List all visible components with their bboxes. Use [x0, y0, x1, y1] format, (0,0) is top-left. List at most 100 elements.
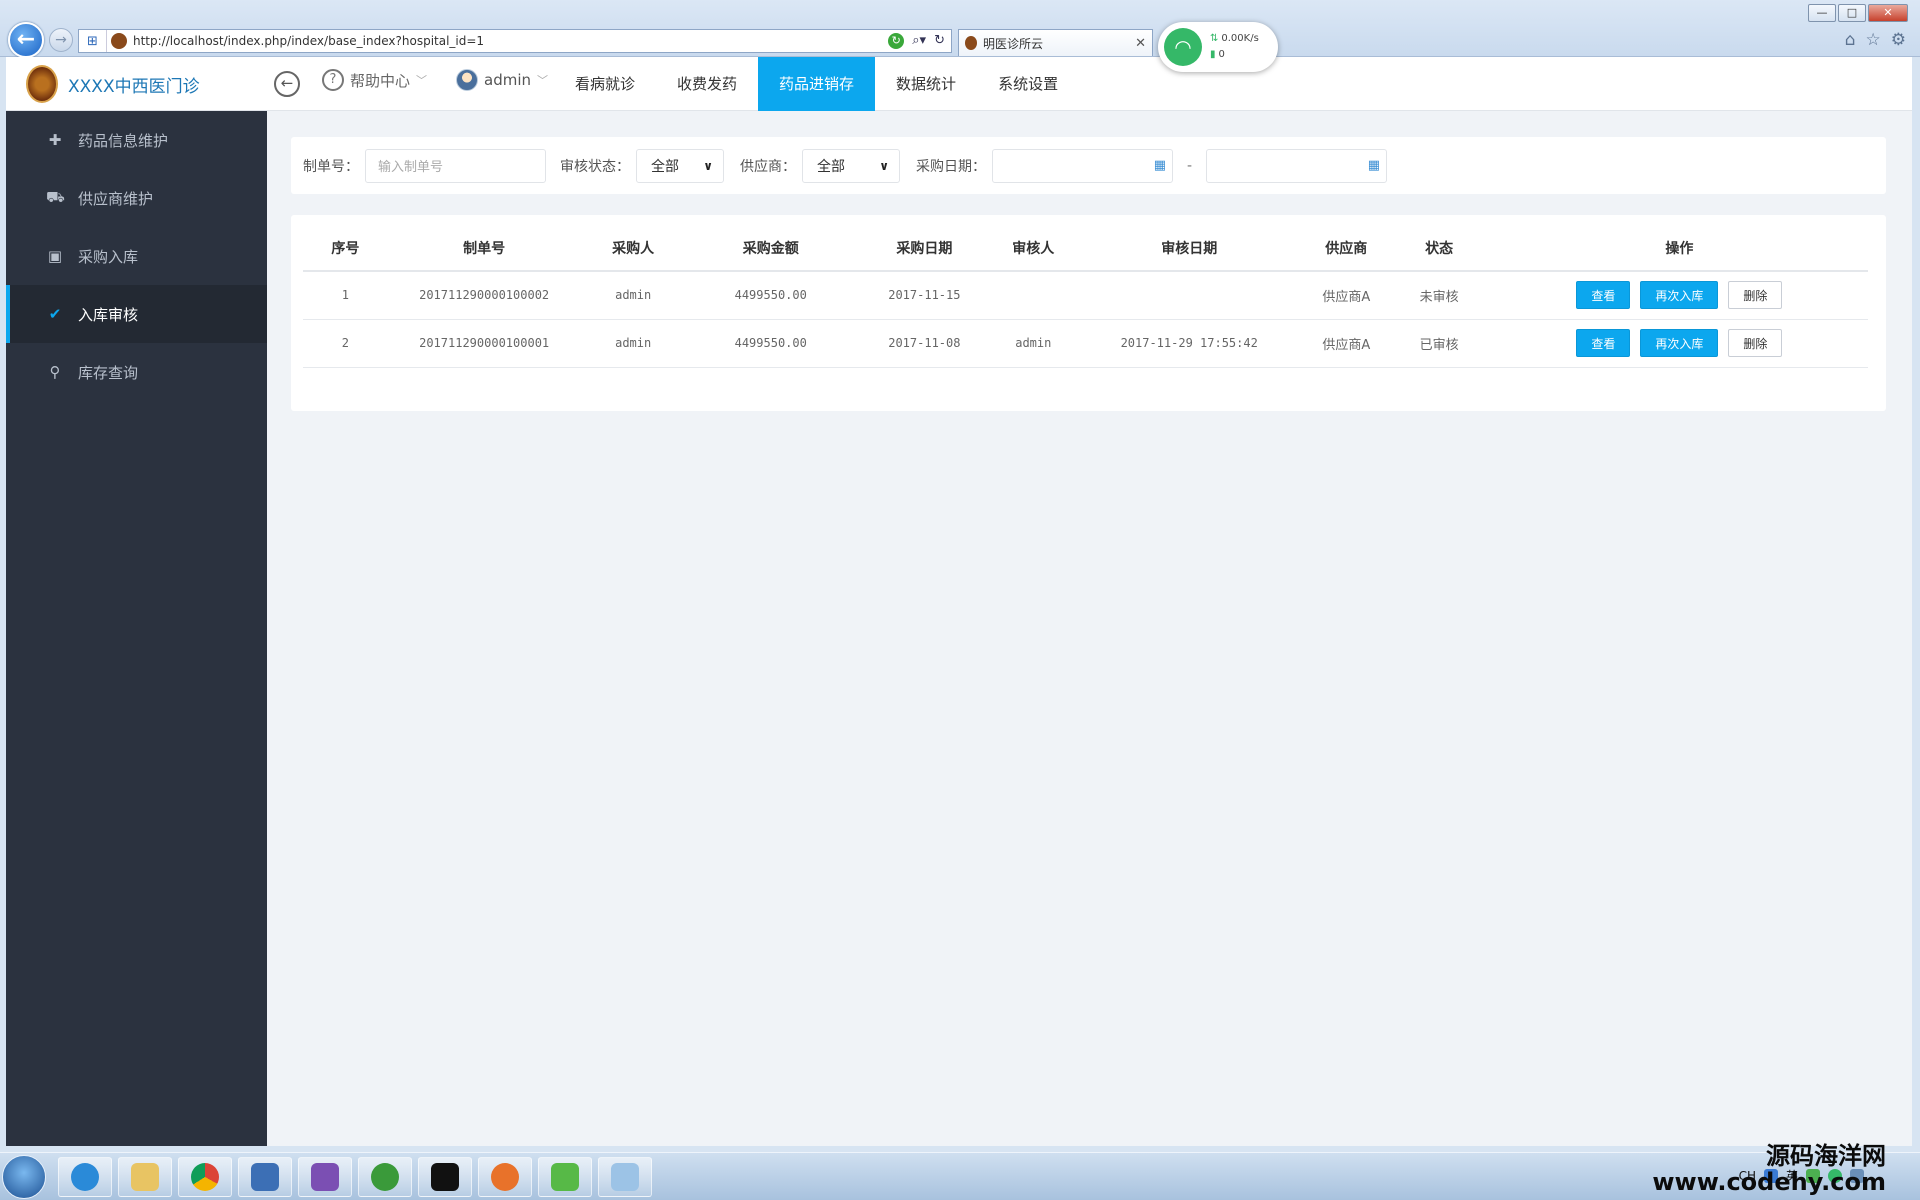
sidebar-item-label: 采购入库: [78, 247, 139, 266]
browser-forward-button[interactable]: →: [49, 28, 73, 52]
user-name: admin: [484, 71, 531, 89]
cell-buyer: admin: [580, 319, 686, 368]
cell-amount: 4499550.00: [685, 271, 856, 320]
favorites-star-icon[interactable]: ☆: [1866, 30, 1881, 50]
compat-view-icon[interactable]: ⊞: [79, 30, 107, 52]
search-dropdown-icon[interactable]: ⌕▾: [912, 33, 926, 49]
col-header-audit-date: 审核日期: [1073, 225, 1305, 272]
address-tools: ↻ ⌕▾ ↻: [888, 33, 951, 49]
col-header-buyer: 采购人: [580, 225, 686, 272]
nav-item-pharmacy-inventory[interactable]: 药品进销存: [758, 57, 876, 111]
browser-tab[interactable]: 明医诊所云 ✕: [958, 29, 1153, 56]
taskbar-wechat-icon[interactable]: [538, 1157, 592, 1197]
purchase-date-label: 采购日期：: [916, 158, 986, 175]
taskbar-ie-icon[interactable]: [58, 1157, 112, 1197]
browser-right-icons: ⌂ ☆ ⚙: [1845, 30, 1906, 50]
cart-icon: ▣: [47, 247, 63, 265]
ambulance-icon: ⛟: [46, 188, 65, 206]
sidebar-item-label: 库存查询: [78, 363, 139, 382]
col-header-status: 状态: [1387, 225, 1491, 272]
sidebar-item-drug-info[interactable]: ✚ 药品信息维护: [6, 111, 267, 169]
nav-item-visit[interactable]: 看病就诊: [554, 57, 656, 111]
audit-status-select[interactable]: 全部 ∨: [636, 148, 724, 183]
sidebar-item-supplier[interactable]: ⛟ 供应商维护: [6, 169, 267, 227]
tab-favicon: [965, 36, 977, 50]
calendar-icon[interactable]: ▦: [1368, 158, 1380, 173]
help-center-label: 帮助中心: [350, 71, 411, 90]
supplier-label: 供应商：: [740, 158, 796, 175]
tab-close-icon[interactable]: ✕: [1135, 36, 1146, 51]
delete-button[interactable]: 删除: [1728, 281, 1783, 310]
home-icon[interactable]: ⌂: [1845, 30, 1856, 50]
address-bar[interactable]: ⊞ http://localhost/index.php/index/base_…: [78, 29, 952, 53]
col-header-amount: 采购金额: [685, 225, 856, 272]
order-no-label: 制单号：: [303, 158, 359, 175]
col-header-actions: 操作: [1490, 225, 1868, 272]
app-window: XXXX中西医门诊 ← ? 帮助中心 ﹀ admin ﹀ 看病就诊 收费发药 药…: [6, 57, 1912, 1146]
refresh-icon[interactable]: ↻: [934, 33, 945, 49]
order-no-input[interactable]: 输入制单号: [365, 148, 546, 183]
delete-button[interactable]: 删除: [1728, 329, 1783, 357]
view-button[interactable]: 查看: [1576, 329, 1631, 357]
cell-order-no: 201711290000100001: [387, 319, 581, 368]
avatar: [456, 69, 478, 91]
url-text[interactable]: http://localhost/index.php/index/base_in…: [133, 34, 888, 48]
sidebar-item-label: 药品信息维护: [78, 131, 169, 150]
cell-status: 已审核: [1387, 319, 1491, 368]
cell-supplier: 供应商A: [1305, 319, 1388, 368]
taskbar-network-icon[interactable]: [238, 1157, 292, 1197]
sidebar-item-purchase-inbound[interactable]: ▣ 采购入库: [6, 227, 267, 285]
start-date-input[interactable]: ▦: [992, 148, 1173, 183]
app-header: XXXX中西医门诊 ← ? 帮助中心 ﹀ admin ﹀ 看病就诊 收费发药 药…: [6, 57, 1912, 111]
taskbar-notepad-icon[interactable]: [598, 1157, 652, 1197]
col-header-date: 采购日期: [855, 225, 994, 272]
cell-amount: 4499550.00: [685, 319, 856, 368]
audit-status-value: 全部: [651, 158, 679, 175]
taskbar-terminal-icon[interactable]: [418, 1157, 472, 1197]
sidebar-item-inbound-audit[interactable]: ✔ 入库审核: [6, 285, 267, 343]
cell-date: 2017-11-08: [855, 319, 994, 368]
back-arrow-icon[interactable]: ←: [274, 71, 300, 97]
settings-gear-icon[interactable]: ⚙: [1891, 30, 1906, 50]
help-center-menu[interactable]: ? 帮助中心 ﹀: [322, 69, 427, 91]
compat-refresh-icon[interactable]: ↻: [888, 33, 905, 49]
restock-button[interactable]: 再次入库: [1640, 329, 1719, 357]
col-header-supplier: 供应商: [1305, 225, 1388, 272]
sidebar-item-stock-query[interactable]: ⚲ 库存查询: [6, 343, 267, 401]
calendar-icon[interactable]: ▦: [1154, 158, 1166, 173]
table-header-row: 序号 制单号 采购人 采购金额 采购日期 审核人 审核日期 供应商 状态 操作: [303, 225, 1868, 272]
nav-item-settings[interactable]: 系统设置: [977, 57, 1079, 111]
taskbar-chrome-icon[interactable]: [178, 1157, 232, 1197]
cell-index: 1: [303, 271, 388, 320]
window-controls: — □ ✕: [1808, 4, 1908, 22]
nav-item-billing[interactable]: 收费发药: [656, 57, 758, 111]
user-menu[interactable]: admin ﹀: [456, 69, 548, 91]
start-button[interactable]: [2, 1155, 46, 1199]
col-header-order-no: 制单号: [387, 225, 581, 272]
supplier-select[interactable]: 全部 ∨: [802, 148, 900, 183]
sidebar: ✚ 药品信息维护 ⛟ 供应商维护 ▣ 采购入库 ✔ 入库审核 ⚲ 库存查询: [6, 111, 267, 1146]
col-header-index: 序号: [303, 225, 388, 272]
taskbar-visual-studio-icon[interactable]: [298, 1157, 352, 1197]
taskbar-explorer-icon[interactable]: [118, 1157, 172, 1197]
minimize-button[interactable]: —: [1808, 4, 1836, 22]
audit-table-card: 序号 制单号 采购人 采购金额 采购日期 审核人 审核日期 供应商 状态 操作: [291, 215, 1886, 411]
taskbar-app-orange-icon[interactable]: [478, 1157, 532, 1197]
top-navigation: 看病就诊 收费发药 药品进销存 数据统计 系统设置: [554, 57, 1079, 111]
windows-taskbar: CH 英: [0, 1152, 1920, 1200]
maximize-button[interactable]: □: [1838, 4, 1866, 22]
view-button[interactable]: 查看: [1576, 281, 1631, 310]
sidebar-item-label: 入库审核: [78, 305, 139, 324]
table-row: 1 201711290000100002 admin 4499550.00 20…: [303, 271, 1868, 320]
cell-buyer: admin: [580, 271, 686, 320]
nav-item-statistics[interactable]: 数据统计: [875, 57, 977, 111]
cell-audit-date: [1073, 271, 1305, 320]
taskbar-app-green-icon[interactable]: [358, 1157, 412, 1197]
restock-button[interactable]: 再次入库: [1640, 281, 1719, 310]
app-name[interactable]: XXXX中西医门诊: [68, 72, 200, 97]
network-speed-widget[interactable]: ◠ ⇅ 0.00K/s ▮ 0: [1158, 22, 1278, 72]
close-window-button[interactable]: ✕: [1868, 4, 1908, 22]
sidebar-item-label: 供应商维护: [78, 189, 154, 208]
end-date-input[interactable]: ▦: [1206, 148, 1388, 183]
browser-back-button[interactable]: ←: [8, 22, 44, 58]
